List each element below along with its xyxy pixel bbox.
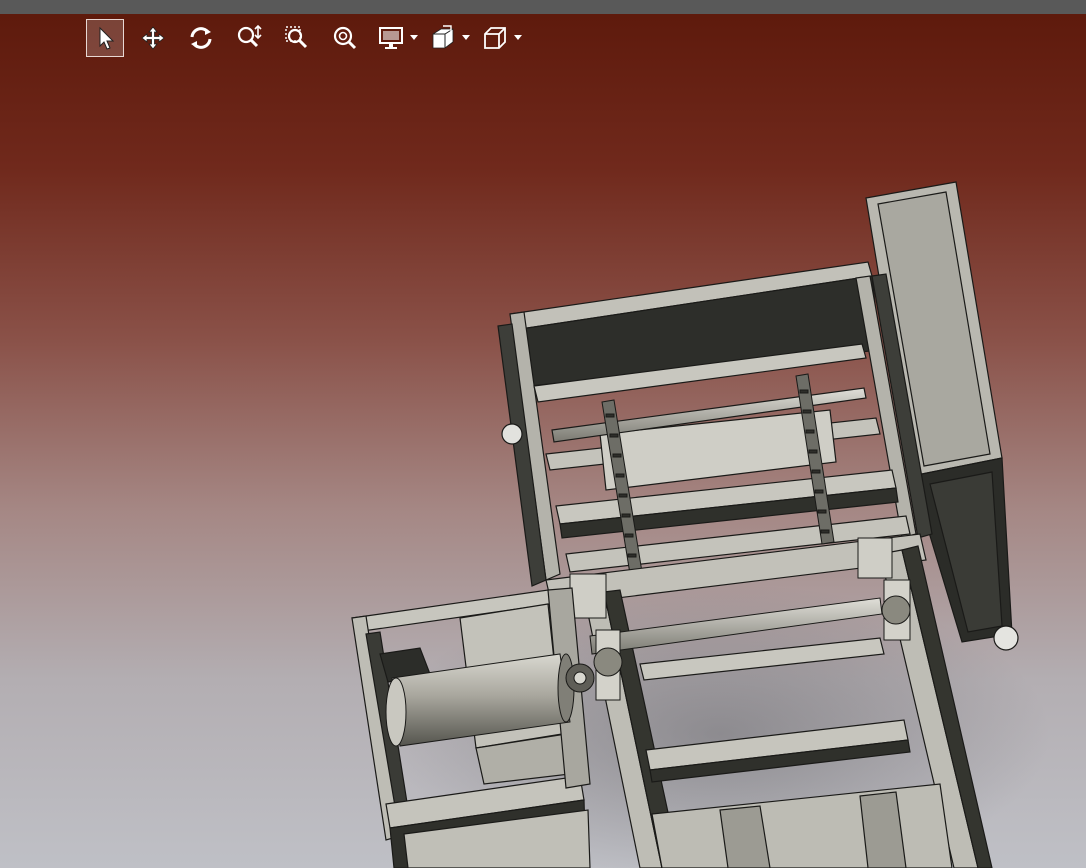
display-style-dropdown[interactable]: [408, 28, 420, 48]
zoom-to-fit-button[interactable]: [326, 19, 364, 57]
display-style-button[interactable]: [374, 19, 408, 57]
rotate-icon: [190, 27, 212, 49]
pan-tool-button[interactable]: [134, 19, 172, 57]
section-view-group: [426, 19, 472, 57]
view-orientation-dropdown[interactable]: [512, 28, 524, 48]
3d-assembly-model[interactable]: [0, 14, 1086, 868]
chevron-down-icon: [410, 35, 418, 40]
zoom-to-fit-icon: [333, 26, 357, 50]
rotate-view-button[interactable]: [182, 19, 220, 57]
view-orientation-group: [478, 19, 524, 57]
select-tool-button[interactable]: [86, 19, 124, 57]
display-style-icon: [379, 27, 403, 49]
pan-icon: [141, 26, 165, 50]
main-frame: [497, 261, 933, 587]
section-view-button[interactable]: [426, 19, 460, 57]
heads-up-view-toolbar: [86, 18, 530, 58]
view-orientation-cube-icon: [484, 27, 506, 49]
display-style-group: [374, 19, 420, 57]
zoom-in-out-button[interactable]: [230, 19, 268, 57]
chevron-down-icon: [462, 35, 470, 40]
title-bar: [0, 0, 1086, 14]
cad-viewer-window: [0, 0, 1086, 868]
select-arrow-icon: [99, 26, 115, 50]
zoom-in-out-icon: [237, 24, 262, 48]
3d-graphics-viewport[interactable]: [0, 14, 1086, 868]
section-view-icon: [432, 25, 454, 49]
zoom-to-area-icon: [285, 26, 308, 49]
section-view-dropdown[interactable]: [460, 28, 472, 48]
zoom-to-area-button[interactable]: [278, 19, 316, 57]
chevron-down-icon: [514, 35, 522, 40]
view-orientation-button[interactable]: [478, 19, 512, 57]
